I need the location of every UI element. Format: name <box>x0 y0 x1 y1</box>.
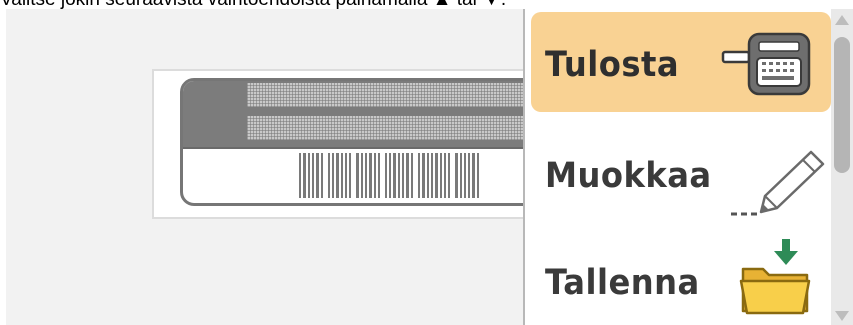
scroll-down-arrow-icon[interactable] <box>835 311 849 321</box>
menu-scrollbar[interactable] <box>831 9 853 325</box>
label-divider <box>183 147 537 149</box>
menu-item-label: Tallenna <box>545 263 700 303</box>
label-text-field <box>247 83 537 107</box>
pencil-icon <box>727 146 827 227</box>
label-preview <box>180 78 540 206</box>
scroll-up-arrow-icon[interactable] <box>835 15 849 25</box>
action-menu: Tulosta Muokkaa Tallenna <box>523 9 831 325</box>
menu-item-edit[interactable]: Muokkaa <box>531 126 831 226</box>
menu-item-save[interactable]: Tallenna <box>531 225 831 325</box>
menu-item-print[interactable]: Tulosta <box>531 12 831 112</box>
scroll-thumb[interactable] <box>834 37 850 173</box>
printer-icon <box>721 32 817 101</box>
menu-item-label: Tulosta <box>545 45 680 85</box>
folder-save-icon <box>737 237 813 322</box>
screen: Valitse jokin seuraavista vaihtoehdoista… <box>0 0 853 325</box>
label-text-field <box>247 116 537 140</box>
barcode-graphic <box>299 153 481 198</box>
menu-item-label: Muokkaa <box>545 156 712 196</box>
